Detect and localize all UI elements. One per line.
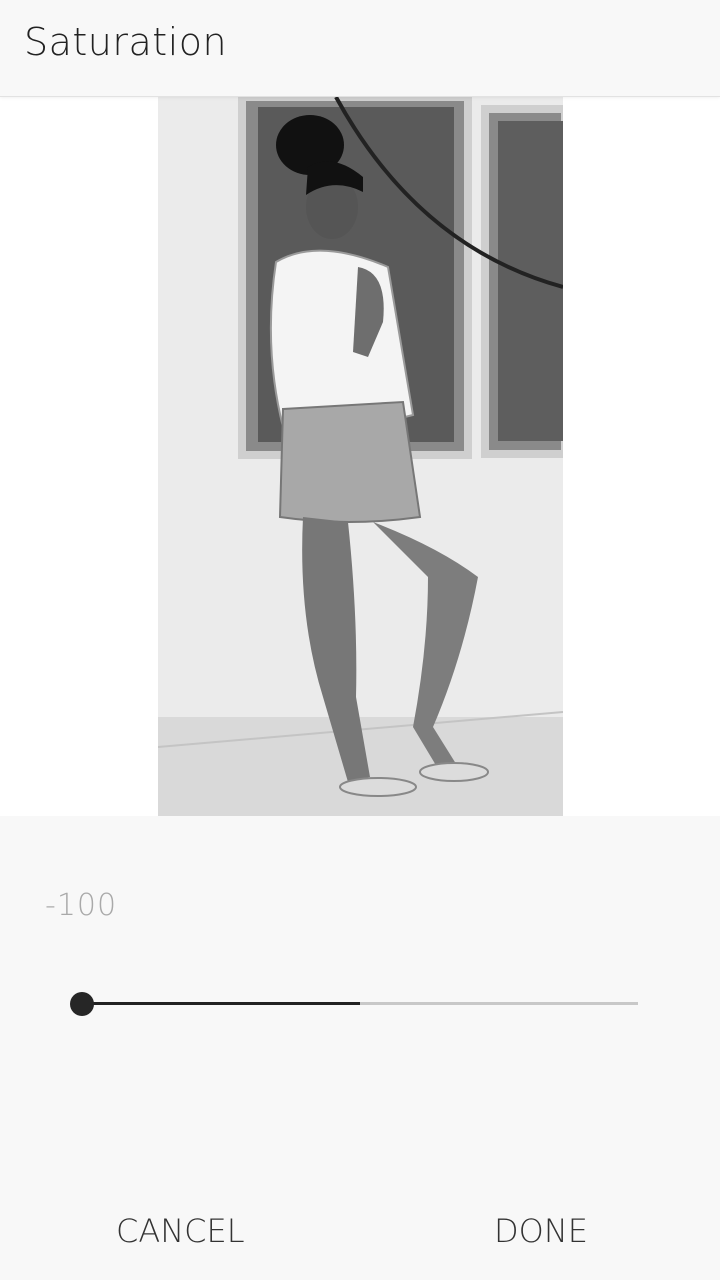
saturation-value: -100	[45, 888, 118, 923]
top-bar: Saturation	[0, 0, 720, 97]
done-button[interactable]: DONE	[494, 1212, 588, 1250]
photo-preview	[158, 97, 563, 816]
image-preview-area	[0, 97, 720, 816]
saturation-editor: Saturation -100 CANCEL DONE	[0, 0, 720, 1280]
photo-image	[158, 97, 563, 816]
page-title: Saturation	[24, 20, 228, 64]
adjustment-controls: -100 CANCEL DONE	[0, 816, 720, 1280]
cancel-button[interactable]: CANCEL	[116, 1212, 245, 1250]
saturation-slider[interactable]	[70, 986, 650, 1022]
slider-track-fill	[82, 1002, 360, 1005]
slider-thumb[interactable]	[70, 992, 94, 1016]
